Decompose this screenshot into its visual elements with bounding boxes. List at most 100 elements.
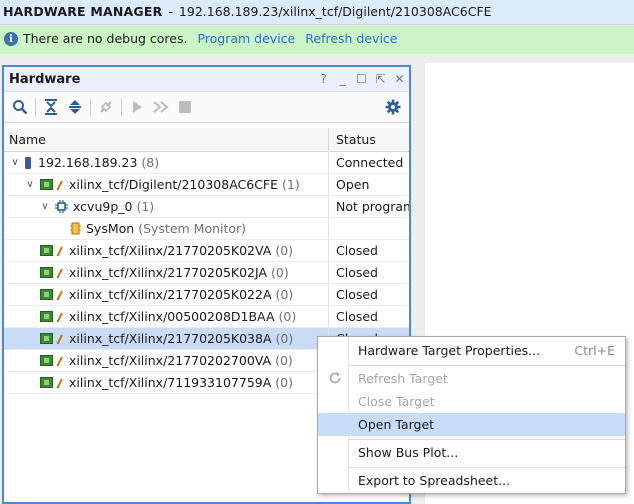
tree-item-label: 192.168.189.23	[38, 155, 138, 170]
board-icon	[40, 267, 53, 278]
tree-item-label: xcvu9p_0	[73, 199, 133, 214]
refresh-icon	[328, 371, 342, 388]
menu-item-shortcut: Ctrl+E	[574, 343, 615, 358]
tree-item-count: (0)	[275, 243, 294, 258]
connection-path: 192.168.189.23/xilinx_tcf/Digilent/21030…	[178, 4, 492, 19]
tree-cell-status: Closed	[336, 287, 378, 302]
tree-item-count: (0)	[271, 265, 289, 280]
menu-item-label: Show Bus Plot...	[358, 445, 459, 460]
program-device-link[interactable]: Program device	[197, 31, 295, 46]
auto-connect-icon[interactable]	[94, 95, 118, 119]
tree-item-count: (1)	[282, 177, 300, 192]
panel-header: Hardware ? _ ☐ ⇱ ✕	[4, 67, 409, 92]
help-icon[interactable]: ?	[314, 70, 333, 89]
jtag-link-icon	[56, 268, 63, 278]
tree-cell-status: Closed	[336, 243, 378, 258]
tree-item-count: (0)	[275, 287, 294, 302]
jtag-link-icon	[56, 356, 63, 366]
menu-item-close-target[interactable]: Close Target	[318, 390, 625, 413]
jtag-link-icon	[56, 290, 63, 300]
toolbar-divider	[90, 98, 91, 116]
tree-cell-status: Connected	[336, 155, 404, 170]
chevron-down-icon[interactable]: ∨	[24, 179, 36, 190]
tree-item-label: xilinx_tcf/Xilinx/21770205K022A	[69, 287, 272, 302]
tree-item-count: (1)	[136, 199, 155, 214]
table-header: Name Status	[4, 128, 409, 152]
settings-gear-icon[interactable]	[381, 95, 405, 119]
tree-item-label: xilinx_tcf/Xilinx/21770205K02JA	[69, 265, 268, 280]
toolbar-divider	[35, 98, 36, 116]
board-icon	[40, 333, 53, 344]
tree-row[interactable]: xilinx_tcf/Xilinx/00500208D1BAA (0) Closed	[4, 306, 409, 328]
tree-cell-status: Open	[336, 177, 370, 192]
jtag-link-icon	[56, 334, 63, 344]
tree-row[interactable]: ∨ 192.168.189.23 (8) Connected	[4, 152, 409, 174]
toolbar-divider	[121, 98, 122, 116]
jtag-link-icon	[56, 312, 63, 322]
menu-item-hardware-target-properties[interactable]: Hardware Target Properties... Ctrl+E	[318, 339, 625, 362]
expand-all-icon[interactable]	[63, 95, 87, 119]
chevron-down-icon[interactable]: ∨	[9, 157, 21, 168]
close-icon[interactable]: ✕	[390, 70, 409, 89]
server-icon	[25, 156, 31, 169]
tree-cell-status: Not programmed	[336, 199, 409, 214]
menu-item-label: Open Target	[358, 417, 435, 432]
tree-item-count: (0)	[275, 375, 293, 390]
tree-cell-status: Closed	[336, 265, 378, 280]
tree-cell-name: xilinx_tcf/Xilinx/00500208D1BAA (0)	[4, 306, 329, 327]
fast-forward-icon[interactable]	[149, 95, 173, 119]
panel-title: Hardware	[9, 71, 81, 87]
menu-item-export-to-spreadsheet[interactable]: Export to Spreadsheet...	[318, 469, 625, 492]
jtag-link-icon	[56, 246, 63, 256]
float-icon[interactable]: ⇱	[371, 70, 390, 89]
menu-separator	[349, 365, 625, 366]
fpga-chip-icon	[55, 200, 68, 213]
tree-cell-name: xilinx_tcf/Xilinx/21770205K02VA (0)	[4, 240, 329, 261]
tree-row[interactable]: xilinx_tcf/Xilinx/21770205K02VA (0) Closed	[4, 240, 409, 262]
tree-row[interactable]: xilinx_tcf/Xilinx/21770205K022A (0) Closed	[4, 284, 409, 306]
info-message: There are no debug cores.	[23, 31, 188, 46]
tree-cell-name: ∨ 192.168.189.23 (8)	[4, 152, 329, 173]
tree-item-count: (System Monitor)	[138, 221, 247, 236]
info-banner: i There are no debug cores. Program devi…	[0, 26, 634, 54]
tree-cell-name: xilinx_tcf/Xilinx/21770202700VA (0)	[4, 350, 329, 371]
refresh-device-link[interactable]: Refresh device	[305, 31, 397, 46]
column-header-name[interactable]: Name	[4, 128, 329, 151]
menu-item-label: Export to Spreadsheet...	[358, 473, 511, 488]
stop-icon[interactable]	[173, 95, 197, 119]
run-icon[interactable]	[125, 95, 149, 119]
tree-row[interactable]: xilinx_tcf/Xilinx/21770205K02JA (0) Closed	[4, 262, 409, 284]
menu-item-open-target[interactable]: Open Target	[318, 413, 625, 436]
tree-cell-name: xilinx_tcf/Xilinx/21770205K038A (0)	[4, 328, 329, 349]
jtag-link-icon	[56, 378, 63, 388]
menu-item-label: Hardware Target Properties...	[358, 343, 541, 358]
tree-item-count: (0)	[275, 331, 294, 346]
tree-cell-name: ∨ xcvu9p_0 (1)	[4, 196, 329, 217]
menu-item-label: Refresh Target	[358, 371, 448, 386]
tree-row[interactable]: ∨ xilinx_tcf/Digilent/210308AC6CFE (1) Open	[4, 174, 409, 196]
context-menu: Hardware Target Properties... Ctrl+E Ref…	[317, 336, 626, 494]
board-icon	[40, 377, 53, 388]
jtag-link-icon	[56, 180, 63, 190]
minimize-icon[interactable]: _	[333, 70, 352, 89]
tree-row[interactable]: SysMon (System Monitor)	[4, 218, 409, 240]
tree-item-label: xilinx_tcf/Xilinx/21770205K038A	[69, 331, 272, 346]
tree-cell-name: xilinx_tcf/Xilinx/711933107759A (0)	[4, 372, 329, 393]
menu-item-refresh-target[interactable]: Refresh Target	[318, 367, 625, 390]
tree-row[interactable]: ∨ xcvu9p_0(1) Not programmed	[4, 196, 409, 218]
tree-item-label: xilinx_tcf/Xilinx/21770205K02VA	[69, 243, 272, 258]
search-icon[interactable]	[8, 95, 32, 119]
title-separator: -	[168, 4, 173, 19]
tree-item-label: xilinx_tcf/Xilinx/00500208D1BAA	[69, 309, 275, 324]
tree-item-count: (0)	[278, 309, 297, 324]
tree-item-count: (8)	[141, 155, 160, 170]
menu-separator	[349, 439, 625, 440]
collapse-all-icon[interactable]	[39, 95, 63, 119]
column-header-status[interactable]: Status	[329, 128, 409, 151]
menu-item-show-bus-plot[interactable]: Show Bus Plot...	[318, 441, 625, 464]
sysmon-icon	[70, 222, 81, 235]
restore-icon[interactable]: ☐	[352, 70, 371, 89]
chevron-down-icon[interactable]: ∨	[39, 201, 51, 212]
tree-cell-name: ∨ xilinx_tcf/Digilent/210308AC6CFE (1)	[4, 174, 329, 195]
board-icon	[40, 289, 53, 300]
